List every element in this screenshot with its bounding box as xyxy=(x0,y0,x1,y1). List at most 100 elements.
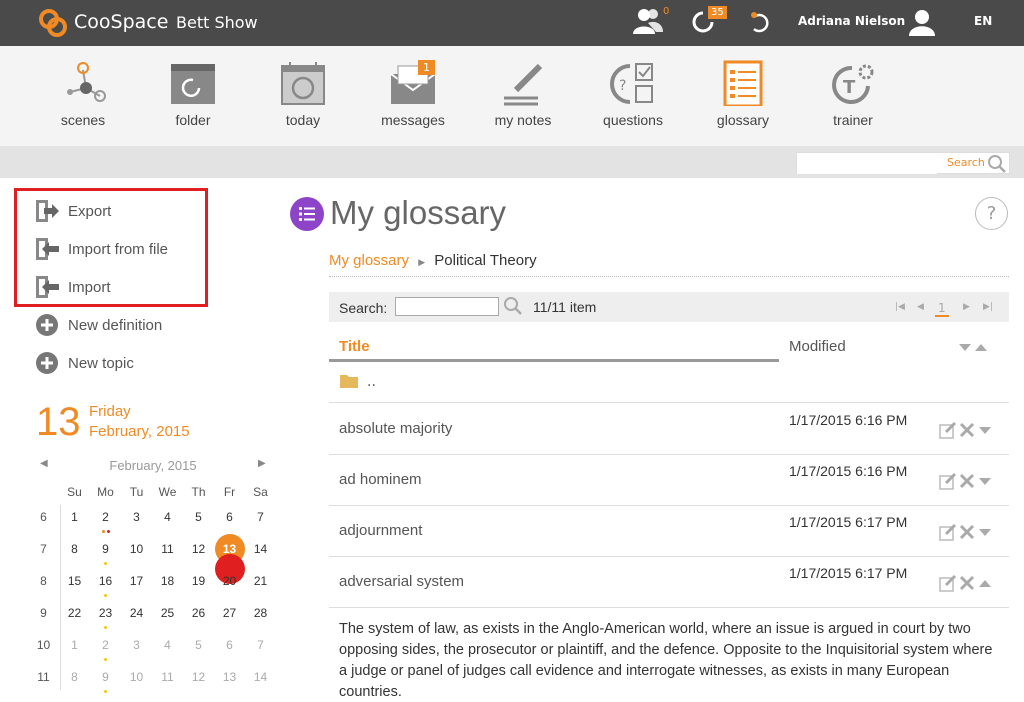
calendar-day[interactable]: 19 xyxy=(183,571,214,603)
calendar-day[interactable]: 12 xyxy=(183,667,214,699)
term-title[interactable]: adjournment xyxy=(339,522,422,539)
tool-scenes[interactable]: scenes xyxy=(28,60,138,128)
calendar-day[interactable]: 5 xyxy=(183,507,214,539)
tool-folder[interactable]: folder xyxy=(138,60,248,128)
calendar-day[interactable]: 9 xyxy=(90,667,121,699)
undo-icon[interactable] xyxy=(748,9,772,35)
calendar-day[interactable]: 15 xyxy=(59,571,90,603)
import-button[interactable]: Import xyxy=(34,273,111,301)
calendar-day[interactable]: 2 xyxy=(90,507,121,539)
calendar-day[interactable]: 14 xyxy=(245,667,276,699)
import-from-file-button[interactable]: Import from file xyxy=(34,235,168,263)
term-title[interactable]: adversarial system xyxy=(339,573,464,590)
calendar-day[interactable]: 24 xyxy=(121,603,152,635)
calendar-day[interactable]: 4 xyxy=(152,507,183,539)
first-page-icon[interactable]: |◀ xyxy=(895,302,905,312)
edit-icon[interactable] xyxy=(939,472,957,494)
coospace-logo-icon[interactable] xyxy=(38,8,68,38)
edit-icon[interactable] xyxy=(939,523,957,545)
calendar-day[interactable]: 8 xyxy=(59,539,90,571)
tool-messages[interactable]: 1 messages xyxy=(358,60,468,128)
calendar-day[interactable]: 2 xyxy=(90,635,121,667)
delete-icon[interactable] xyxy=(959,523,975,545)
table-row[interactable]: adversarial system 1/17/2015 6:17 PM xyxy=(329,557,1009,608)
calendar-day[interactable]: 1 xyxy=(59,507,90,539)
calendar-day[interactable]: 4 xyxy=(152,635,183,667)
term-title[interactable]: absolute majority xyxy=(339,420,452,437)
expand-icon[interactable] xyxy=(977,523,993,545)
calendar-day[interactable]: 27 xyxy=(214,603,245,635)
calendar-day[interactable]: 11 xyxy=(152,539,183,571)
new-definition-button[interactable]: New definition xyxy=(34,311,162,339)
search-icon[interactable] xyxy=(987,154,1007,174)
breadcrumb-root-link[interactable]: My glossary xyxy=(329,252,409,269)
calendar-day[interactable]: 25 xyxy=(152,603,183,635)
parent-folder-row[interactable]: .. xyxy=(329,362,1009,403)
calendar-day[interactable]: 5 xyxy=(183,635,214,667)
calendar-day[interactable]: 13 xyxy=(214,667,245,699)
table-row[interactable]: ad hominem 1/17/2015 6:16 PM xyxy=(329,455,1009,506)
global-search[interactable]: Search xyxy=(796,152,1010,174)
calendar-day[interactable]: 17 xyxy=(121,571,152,603)
calendar-day[interactable]: 9 xyxy=(90,539,121,571)
user-name[interactable]: Adriana Nielson xyxy=(798,14,905,28)
edit-icon[interactable] xyxy=(939,574,957,596)
tool-glossary[interactable]: glossary xyxy=(688,60,798,128)
calendar-day[interactable]: 8 xyxy=(59,667,90,699)
edit-icon[interactable] xyxy=(939,421,957,443)
calendar-day[interactable]: 12 xyxy=(183,539,214,571)
term-title[interactable]: ad hominem xyxy=(339,471,422,488)
calendar-day[interactable]: 14 xyxy=(245,539,276,571)
calendar-day[interactable]: 22 xyxy=(59,603,90,635)
export-button[interactable]: Export xyxy=(34,197,111,225)
delete-icon[interactable] xyxy=(959,574,975,596)
calendar-day[interactable]: 6 xyxy=(214,635,245,667)
tool-my-notes[interactable]: my notes xyxy=(468,60,578,128)
calendar-day[interactable]: 3 xyxy=(121,635,152,667)
calendar-day[interactable]: 10 xyxy=(121,539,152,571)
calendar-day[interactable]: 16 xyxy=(90,571,121,603)
brand-name[interactable]: CooSpace xyxy=(74,11,168,33)
course-name[interactable]: Bett Show xyxy=(176,13,258,32)
new-topic-button[interactable]: New topic xyxy=(34,349,134,377)
calendar-day[interactable]: 18 xyxy=(152,571,183,603)
collapse-icon[interactable] xyxy=(977,574,993,596)
calendar-day[interactable]: 26 xyxy=(183,603,214,635)
calendar-day[interactable]: 3 xyxy=(121,507,152,539)
sort-arrows-icon[interactable] xyxy=(958,341,988,353)
calendar-day[interactable]: 11 xyxy=(152,667,183,699)
users-icon[interactable] xyxy=(632,6,664,36)
calendar-day[interactable]: 1 xyxy=(59,635,90,667)
last-page-icon[interactable]: ▶| xyxy=(983,302,993,312)
calendar-day[interactable]: 7 xyxy=(245,635,276,667)
calendar-next-month-icon[interactable]: ▶ xyxy=(258,458,266,469)
language-selector[interactable]: EN xyxy=(974,14,992,28)
delete-icon[interactable] xyxy=(959,472,975,494)
column-header-title[interactable]: Title xyxy=(339,338,370,355)
expand-icon[interactable] xyxy=(977,421,993,443)
column-header-modified[interactable]: Modified xyxy=(789,338,846,355)
calendar-day[interactable]: 28 xyxy=(245,603,276,635)
table-row[interactable]: absolute majority 1/17/2015 6:16 PM xyxy=(329,404,1009,455)
prev-page-icon[interactable]: ◀ xyxy=(917,302,924,312)
calendar-day-today[interactable]: 13 xyxy=(214,534,245,584)
global-search-input[interactable] xyxy=(797,154,937,174)
expand-icon[interactable] xyxy=(977,472,993,494)
delete-icon[interactable] xyxy=(959,421,975,443)
tool-trainer[interactable]: T trainer xyxy=(798,60,908,128)
help-icon[interactable]: ? xyxy=(975,197,1008,230)
table-row[interactable]: adjournment 1/17/2015 6:17 PM xyxy=(329,506,1009,557)
next-page-icon[interactable]: ▶ xyxy=(963,302,970,312)
tool-questions[interactable]: ? questions xyxy=(578,60,688,128)
tool-today[interactable]: today xyxy=(248,60,358,128)
calendar-day[interactable]: 10 xyxy=(121,667,152,699)
calendar-prev-month-icon[interactable]: ◀ xyxy=(40,458,48,469)
calendar-day[interactable]: 7 xyxy=(245,507,276,539)
current-page[interactable]: 1 xyxy=(935,301,949,317)
calendar-day[interactable]: 23 xyxy=(90,603,121,635)
search-icon[interactable] xyxy=(503,296,523,316)
list-search-input[interactable] xyxy=(395,297,499,316)
calendar-day[interactable]: 20 xyxy=(214,571,245,603)
calendar-day[interactable]: 21 xyxy=(245,571,276,603)
user-avatar-icon[interactable] xyxy=(908,8,936,36)
